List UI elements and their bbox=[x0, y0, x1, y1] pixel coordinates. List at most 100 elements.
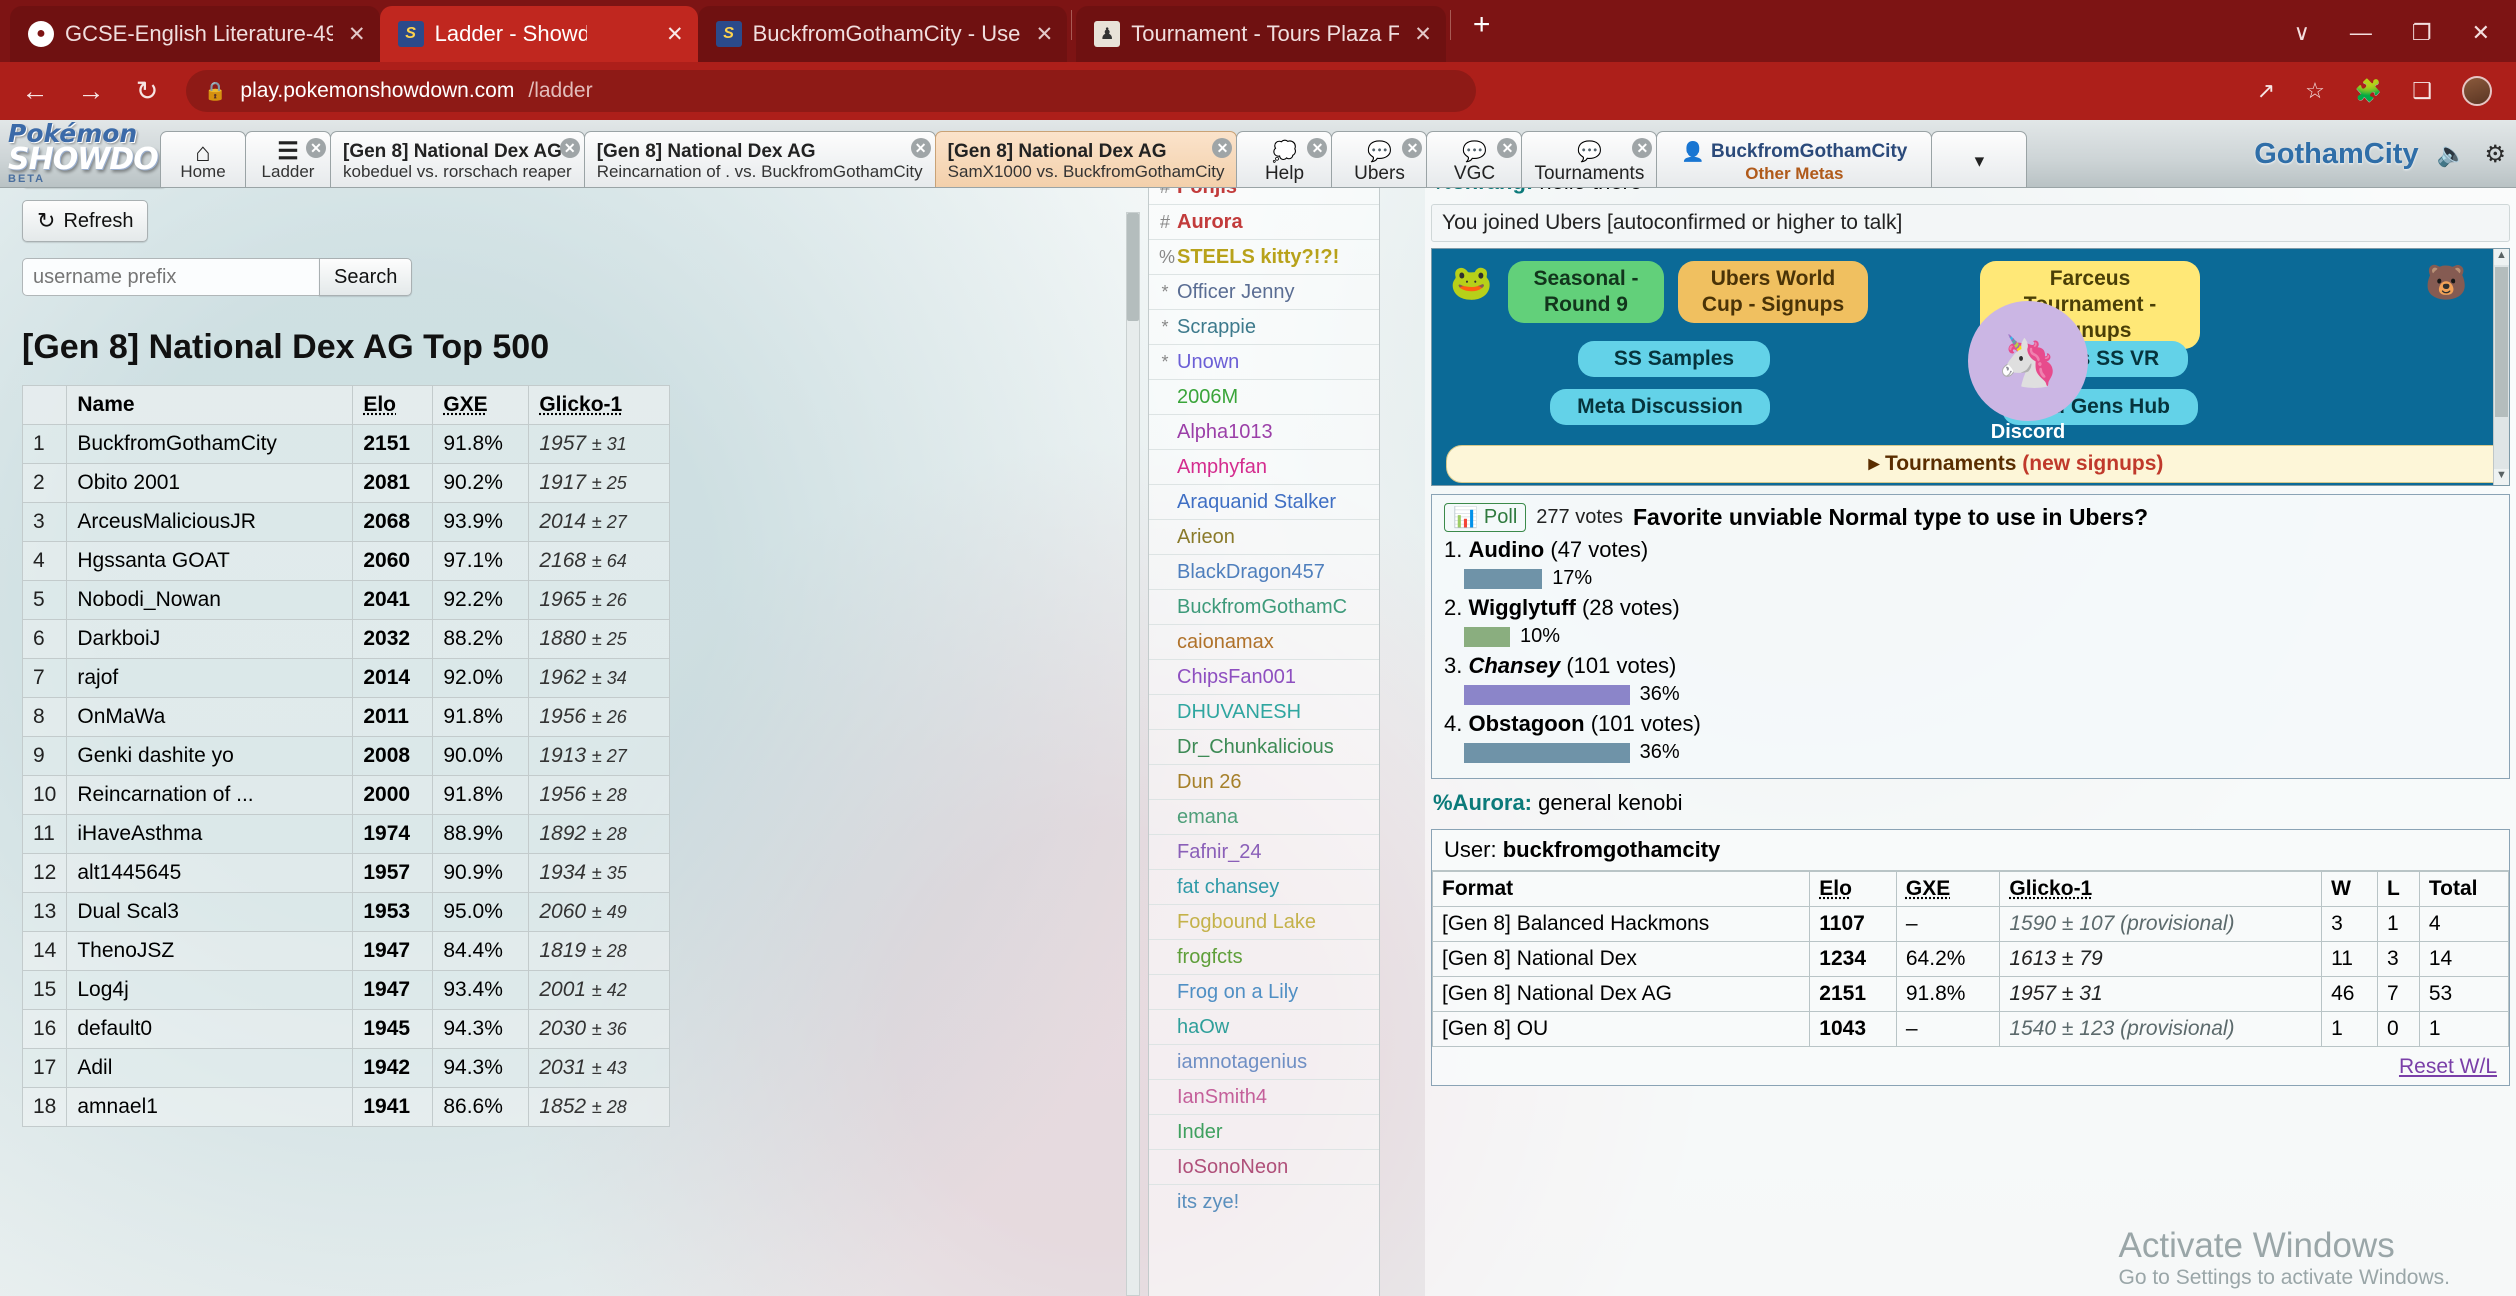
search-input[interactable] bbox=[22, 258, 320, 296]
col-glicko[interactable]: Glicko-1 bbox=[528, 385, 670, 425]
username[interactable]: IanSmith4 bbox=[1177, 1086, 1267, 1109]
cell-name[interactable]: OnMaWa bbox=[66, 697, 354, 737]
list-item[interactable]: haOw bbox=[1149, 1009, 1379, 1044]
scroll-down-icon[interactable]: ▼ bbox=[2494, 469, 2509, 485]
room-tab-tournaments[interactable]: 💬 Tournaments ✕ bbox=[1521, 131, 1658, 187]
cell-name[interactable]: default0 bbox=[66, 1009, 354, 1049]
browser-tab-2[interactable]: S BuckfromGothamCity - Users - Po ✕ bbox=[697, 6, 1068, 62]
list-item[interactable]: # Aurora bbox=[1149, 204, 1379, 239]
list-item[interactable]: iamnotagenius bbox=[1149, 1044, 1379, 1079]
room-tab-ladder[interactable]: ☰ Ladder ✕ bbox=[245, 131, 331, 187]
username[interactable]: Dr_Chunkalicious bbox=[1177, 736, 1334, 759]
showdown-logo[interactable]: Pokémon SHOWDOWN BETA bbox=[0, 120, 215, 187]
cell-name[interactable]: Log4j bbox=[66, 970, 354, 1010]
list-item[interactable]: BuckfromGothamC bbox=[1149, 589, 1379, 624]
announce-tournaments-bar[interactable]: ▸ Tournaments (new signups) bbox=[1446, 445, 2509, 483]
username[interactable]: STEELS kitty?!?! bbox=[1177, 246, 1339, 269]
browser-tab-1[interactable]: S Ladder - Showdown! ✕ bbox=[379, 6, 698, 62]
cell-name[interactable]: ArceusMaliciousJR bbox=[66, 502, 354, 542]
list-item[interactable]: caionamax bbox=[1149, 624, 1379, 659]
share-icon[interactable]: ↗ bbox=[2257, 78, 2275, 104]
close-icon[interactable]: ✕ bbox=[559, 138, 580, 158]
list-item[interactable]: Amphyfan bbox=[1149, 449, 1379, 484]
username[interactable]: its zye! bbox=[1177, 1191, 1239, 1214]
discord-icon[interactable]: 🦄 bbox=[1968, 301, 2088, 421]
list-item[interactable]: * Officer Jenny bbox=[1149, 274, 1379, 309]
speaker-icon[interactable]: 🔈 bbox=[2437, 140, 2467, 169]
username[interactable]: Arieon bbox=[1177, 526, 1235, 549]
reload-icon[interactable]: ↻ bbox=[130, 76, 164, 107]
room-tab-other-metas[interactable]: 👤 BuckfromGothamCity Other Metas bbox=[1656, 131, 1933, 187]
cell-name[interactable]: Nobodi_Nowan bbox=[66, 580, 354, 620]
list-item[interactable]: % STEELS kitty?!?! bbox=[1149, 239, 1379, 274]
username[interactable]: Unown bbox=[1177, 351, 1239, 374]
username[interactable]: Frog on a Lily bbox=[1177, 981, 1298, 1004]
search-button[interactable]: Search bbox=[319, 258, 413, 296]
avatar[interactable] bbox=[2462, 76, 2492, 106]
scrollbar-thumb[interactable] bbox=[2495, 267, 2508, 417]
reset-wl-link[interactable]: Reset W/L bbox=[2399, 1055, 2497, 1078]
user-button[interactable]: 👤 BuckfromGothamCity bbox=[1669, 140, 1919, 164]
username[interactable]: Officer Jenny bbox=[1177, 281, 1294, 304]
username[interactable]: Dun 26 bbox=[1177, 771, 1242, 794]
username[interactable]: Inder bbox=[1177, 1121, 1223, 1144]
back-icon[interactable]: ← bbox=[18, 76, 52, 107]
collections-icon[interactable]: ❑ bbox=[2412, 78, 2432, 104]
refresh-button[interactable]: ↻ Refresh bbox=[22, 200, 149, 242]
username[interactable]: Alpha1013 bbox=[1177, 421, 1273, 444]
list-item[interactable]: Fafnir_24 bbox=[1149, 834, 1379, 869]
scroll-up-icon[interactable]: ▲ bbox=[2494, 249, 2509, 265]
list-item[interactable]: frogfcts bbox=[1149, 939, 1379, 974]
forward-icon[interactable]: → bbox=[74, 76, 108, 107]
close-icon[interactable]: ✕ bbox=[1307, 138, 1328, 158]
list-item[interactable]: IanSmith4 bbox=[1149, 1079, 1379, 1114]
cell-name[interactable]: alt1445645 bbox=[66, 853, 354, 893]
username[interactable]: IoSonoNeon bbox=[1177, 1156, 1288, 1179]
room-tabs-overflow-button[interactable]: ▾ bbox=[1931, 131, 2028, 187]
cell-name[interactable]: Genki dashite yo bbox=[66, 736, 354, 776]
username[interactable]: Amphyfan bbox=[1177, 456, 1267, 479]
username[interactable]: Fogbound Lake bbox=[1177, 911, 1316, 934]
extensions-icon[interactable]: 🧩 bbox=[2355, 78, 2382, 104]
username[interactable]: Araquanid Stalker bbox=[1177, 491, 1336, 514]
cell-name[interactable]: rajof bbox=[66, 658, 354, 698]
room-tab-ubers[interactable]: 💬 Ubers ✕ bbox=[1331, 131, 1428, 187]
cell-name[interactable]: Adil bbox=[66, 1048, 354, 1088]
username[interactable]: BlackDragon457 bbox=[1177, 561, 1325, 584]
list-item[interactable]: Fogbound Lake bbox=[1149, 904, 1379, 939]
username[interactable]: Fafnir_24 bbox=[1177, 841, 1262, 864]
room-tab-battle-1[interactable]: [Gen 8] National Dex AG kobeduel vs. ror… bbox=[330, 131, 585, 187]
username[interactable]: DHUVANESH bbox=[1177, 701, 1301, 724]
cell-name[interactable]: Obito 2001 bbox=[66, 463, 354, 503]
cell-name[interactable]: DarkboiJ bbox=[66, 619, 354, 659]
list-item[interactable]: Alpha1013 bbox=[1149, 414, 1379, 449]
scrollbar-thumb[interactable] bbox=[1127, 213, 1139, 321]
close-icon[interactable]: ✕ bbox=[666, 22, 684, 47]
maximize-icon[interactable]: ❐ bbox=[2412, 20, 2432, 46]
username[interactable]: caionamax bbox=[1177, 631, 1274, 654]
close-icon[interactable]: ✕ bbox=[1414, 22, 1432, 47]
close-icon[interactable]: ✕ bbox=[306, 138, 326, 158]
list-item[interactable]: Arieon bbox=[1149, 519, 1379, 554]
room-tab-vgc[interactable]: 💬 VGC ✕ bbox=[1426, 131, 1523, 187]
list-item[interactable]: Frog on a Lily bbox=[1149, 974, 1379, 1009]
col-glicko[interactable]: Glicko-1 bbox=[1999, 871, 2323, 907]
col-gxe[interactable]: GXE bbox=[432, 385, 530, 425]
gear-icon[interactable]: ⚙ bbox=[2484, 140, 2506, 169]
username[interactable]: ChipsFan001 bbox=[1177, 666, 1296, 689]
close-icon[interactable]: ✕ bbox=[1497, 138, 1518, 158]
username[interactable]: 2006M bbox=[1177, 386, 1238, 409]
cell-name[interactable]: iHaveAsthma bbox=[66, 814, 354, 854]
list-item[interactable]: Dr_Chunkalicious bbox=[1149, 729, 1379, 764]
close-icon[interactable]: ✕ bbox=[1632, 138, 1653, 158]
list-item[interactable]: 2006M bbox=[1149, 379, 1379, 414]
close-icon[interactable]: ✕ bbox=[1036, 22, 1054, 47]
list-item[interactable]: BlackDragon457 bbox=[1149, 554, 1379, 589]
close-icon[interactable]: ✕ bbox=[1402, 138, 1423, 158]
close-window-icon[interactable]: ✕ bbox=[2472, 20, 2490, 46]
username[interactable]: fat chansey bbox=[1177, 876, 1279, 899]
list-item[interactable]: IoSonoNeon bbox=[1149, 1149, 1379, 1184]
list-item[interactable]: ChipsFan001 bbox=[1149, 659, 1379, 694]
address-bar[interactable]: 🔒 play.pokemonshowdown.com/ladder bbox=[186, 70, 1476, 112]
minimize-icon[interactable]: — bbox=[2350, 20, 2372, 46]
